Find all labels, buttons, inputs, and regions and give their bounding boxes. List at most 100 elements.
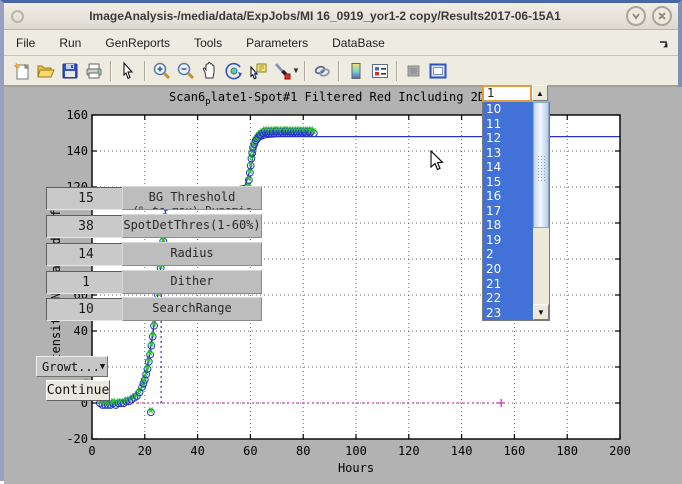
window-menu-icon[interactable] [11, 10, 24, 23]
svg-text:0: 0 [88, 444, 95, 458]
dropdown-item[interactable]: 17 [483, 204, 533, 219]
spotdetthres-label[interactable]: SpotDetThres(1-60%) [122, 214, 262, 238]
dropdown-item[interactable]: 14 [483, 160, 533, 175]
growth-model-dropdown-label: Growt... [42, 360, 100, 374]
brush-caret-icon[interactable]: ▼ [292, 66, 300, 75]
toolbar: ▼ [4, 56, 678, 87]
dropdown-item[interactable]: 15 [483, 175, 533, 190]
svg-text:-20: -20 [66, 432, 88, 446]
dropdown-item[interactable]: 18 [483, 218, 533, 233]
menu-run[interactable]: Run [59, 36, 81, 50]
menu-file[interactable]: File [16, 36, 35, 50]
disabled-square-icon [402, 60, 426, 82]
new-file-icon[interactable] [10, 60, 34, 82]
zoom-in-icon[interactable] [150, 60, 174, 82]
dropdown-item[interactable]: 23 [483, 306, 533, 320]
toolbar-separator [144, 61, 146, 81]
mouse-cursor [429, 150, 447, 174]
open-file-icon[interactable] [34, 60, 58, 82]
menu-database[interactable]: DataBase [332, 36, 385, 50]
radius-label[interactable]: Radius [122, 242, 262, 266]
svg-text:40: 40 [74, 324, 88, 338]
growth-model-dropdown[interactable]: Growt... ▼ [36, 356, 108, 377]
menu-genreports[interactable]: GenReports [105, 36, 170, 50]
cursor-tool-icon[interactable] [116, 60, 140, 82]
svg-text:160: 160 [66, 108, 88, 122]
close-icon [657, 11, 667, 21]
svg-text:20: 20 [138, 444, 152, 458]
close-button[interactable] [652, 6, 672, 26]
dropdown-item[interactable]: 20 [483, 262, 533, 277]
svg-text:100: 100 [345, 444, 367, 458]
scrollbar[interactable]: ▼ [533, 102, 549, 320]
spot-number-value[interactable]: 1 [482, 85, 532, 102]
searchrange-label[interactable]: SearchRange [122, 297, 262, 321]
bg-threshold-label[interactable]: BG Threshold(% to max) Dynamic [122, 186, 262, 210]
save-icon[interactable] [58, 60, 82, 82]
zoom-out-icon[interactable] [174, 60, 198, 82]
svg-text:Hours: Hours [338, 461, 374, 475]
dropdown-item[interactable]: 21 [483, 277, 533, 292]
spot-number-dropdown: 1 ▲ 10111213141516171819220212223 ▼ [482, 85, 550, 321]
dropdown-item[interactable]: 22 [483, 291, 533, 306]
chevron-down-icon: ▼ [100, 362, 105, 372]
svg-text:140: 140 [66, 144, 88, 158]
dropdown-item[interactable]: 11 [483, 117, 533, 132]
searchrange-input[interactable]: 10 [46, 298, 126, 321]
scrollbar-grip [537, 155, 546, 181]
app-window: ImageAnalysis-/media/data/ExpJobs/MI 16_… [0, 0, 682, 481]
svg-text:40: 40 [190, 444, 204, 458]
window-title: ImageAnalysis-/media/data/ExpJobs/MI 16_… [27, 9, 623, 23]
figure-canvas: 020406080100120140160180200-200204060801… [4, 87, 682, 484]
svg-text:80: 80 [296, 444, 310, 458]
bg-threshold-label-line2: (% to max) Dynamic [132, 204, 251, 210]
title-bar: ImageAnalysis-/media/data/ExpJobs/MI 16_… [4, 3, 678, 30]
menu-overflow-icon[interactable] [658, 38, 670, 50]
svg-text:180: 180 [556, 444, 578, 458]
radius-label-text: Radius [170, 246, 213, 260]
dropdown-item[interactable]: 10 [483, 102, 533, 117]
toolbar-separator [304, 61, 306, 81]
rotate-3d-icon[interactable] [222, 60, 246, 82]
toolbar-separator [338, 61, 340, 81]
toolbar-separator [110, 61, 112, 81]
legend-icon[interactable] [368, 60, 392, 82]
dither-label-text: Dither [170, 274, 213, 288]
chevron-down-icon [631, 11, 641, 21]
svg-text:140: 140 [451, 444, 473, 458]
dropdown-item[interactable]: 19 [483, 233, 533, 248]
spotdetthres-input[interactable]: 38 [46, 215, 126, 238]
link-plots-icon[interactable] [310, 60, 334, 82]
scroll-up-button[interactable]: ▲ [532, 85, 548, 101]
bg-threshold-input[interactable]: 15 [46, 187, 126, 210]
continue-button[interactable]: Continue [46, 380, 110, 401]
svg-text:160: 160 [504, 444, 526, 458]
spotdetthres-label-text: SpotDetThres(1-60%) [123, 218, 260, 232]
menu-tools[interactable]: Tools [194, 36, 222, 50]
dock-window-icon[interactable] [426, 60, 450, 82]
shade-button[interactable] [626, 6, 646, 26]
dropdown-item[interactable]: 13 [483, 146, 533, 161]
menu-bar: File Run GenReports Tools Parameters Dat… [4, 30, 678, 56]
spot-number-list: 10111213141516171819220212223 [483, 102, 533, 320]
dropdown-item[interactable]: 2 [483, 247, 533, 262]
svg-text:120: 120 [398, 444, 420, 458]
radius-input[interactable]: 14 [46, 243, 126, 266]
dither-input[interactable]: 1 [46, 271, 126, 294]
dither-label[interactable]: Dither [122, 270, 262, 294]
menu-parameters[interactable]: Parameters [246, 36, 308, 50]
dropdown-item[interactable]: 12 [483, 131, 533, 146]
scrollbar-thumb[interactable] [533, 102, 549, 228]
bg-threshold-label-text: BG Threshold [149, 190, 236, 204]
svg-text:60: 60 [243, 444, 257, 458]
dropdown-item[interactable]: 16 [483, 189, 533, 204]
toolbar-separator [396, 61, 398, 81]
pan-hand-icon[interactable] [198, 60, 222, 82]
colorbar-icon[interactable] [344, 60, 368, 82]
svg-text:tensit: tensit [49, 317, 63, 360]
scroll-down-button[interactable]: ▼ [533, 304, 549, 320]
brush-icon[interactable] [270, 60, 294, 82]
svg-text:200: 200 [609, 444, 631, 458]
print-icon[interactable] [82, 60, 106, 82]
data-cursor-icon[interactable] [246, 60, 270, 82]
